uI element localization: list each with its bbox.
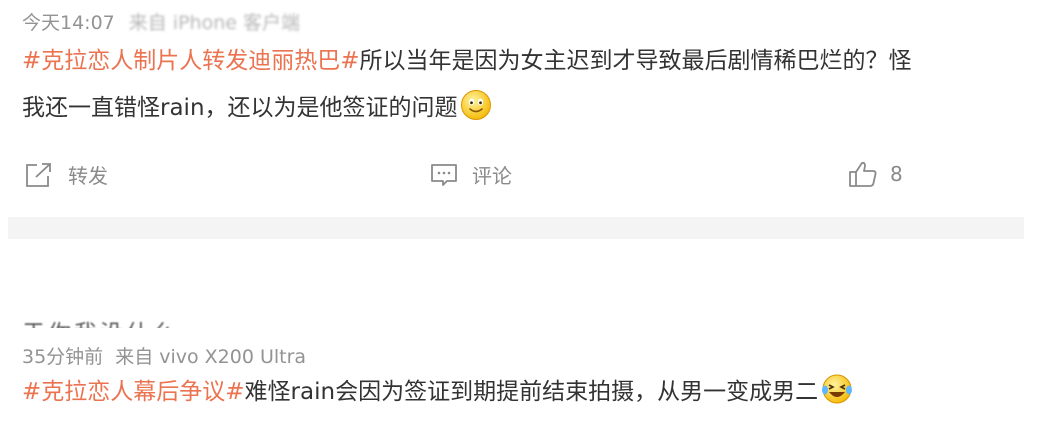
post-meta: 35分钟前 来自 vivo X200 Ultra <box>22 342 306 369</box>
post-action-bar: 转发 评论 8 <box>0 160 1042 200</box>
post-text: 难怪rain会因为签证到期提前结束拍摄，从男一变成男二 <box>244 379 819 405</box>
cropped-text: 于你我没什么 <box>22 314 178 328</box>
hashtag-link[interactable]: #克拉恋人制片人转发迪丽热巴# <box>22 48 360 74</box>
post-text-line-2: 我还一直错怪rain，还以为是他签证的问题 <box>22 89 492 134</box>
post-text-line-1: #克拉恋人制片人转发迪丽热巴#所以当年是因为女主迟到才导致最后剧情稀巴烂的？怪 <box>22 42 912 81</box>
comment-label: 评论 <box>472 164 512 188</box>
laugh-cry-emoji-icon <box>820 373 854 418</box>
thumbs-up-icon <box>849 161 877 187</box>
section-divider <box>8 217 1024 239</box>
post-source: 来自 vivo X200 Ultra <box>115 346 307 368</box>
comment-icon <box>431 163 457 186</box>
cropped-username-line: 于你我没什么 <box>22 306 262 328</box>
post-time: 35分钟前 <box>22 346 104 368</box>
post-text: 我还一直错怪rain，还以为是他签证的问题 <box>22 95 458 121</box>
smile-emoji-icon <box>460 89 492 134</box>
post-source-obscured: 来自 iPhone 客户端 <box>128 12 300 34</box>
post-meta: 今天14:07 来自 iPhone 客户端 <box>22 8 300 35</box>
like-count: 8 <box>890 162 903 186</box>
share-icon <box>26 162 51 187</box>
post-text: 所以当年是因为女主迟到才导致最后剧情稀巴烂的？怪 <box>359 48 912 74</box>
hashtag-link[interactable]: #克拉恋人幕后争议# <box>22 379 245 405</box>
post-text-line-1: #克拉恋人幕后争议#难怪rain会因为签证到期提前结束拍摄，从男一变成男二 <box>22 373 854 418</box>
like-button[interactable]: 8 <box>848 160 903 188</box>
repost-button[interactable]: 转发 <box>24 160 108 189</box>
comment-button[interactable]: 评论 <box>430 160 512 189</box>
post-time: 今天14:07 <box>22 12 115 34</box>
repost-label: 转发 <box>68 164 108 188</box>
